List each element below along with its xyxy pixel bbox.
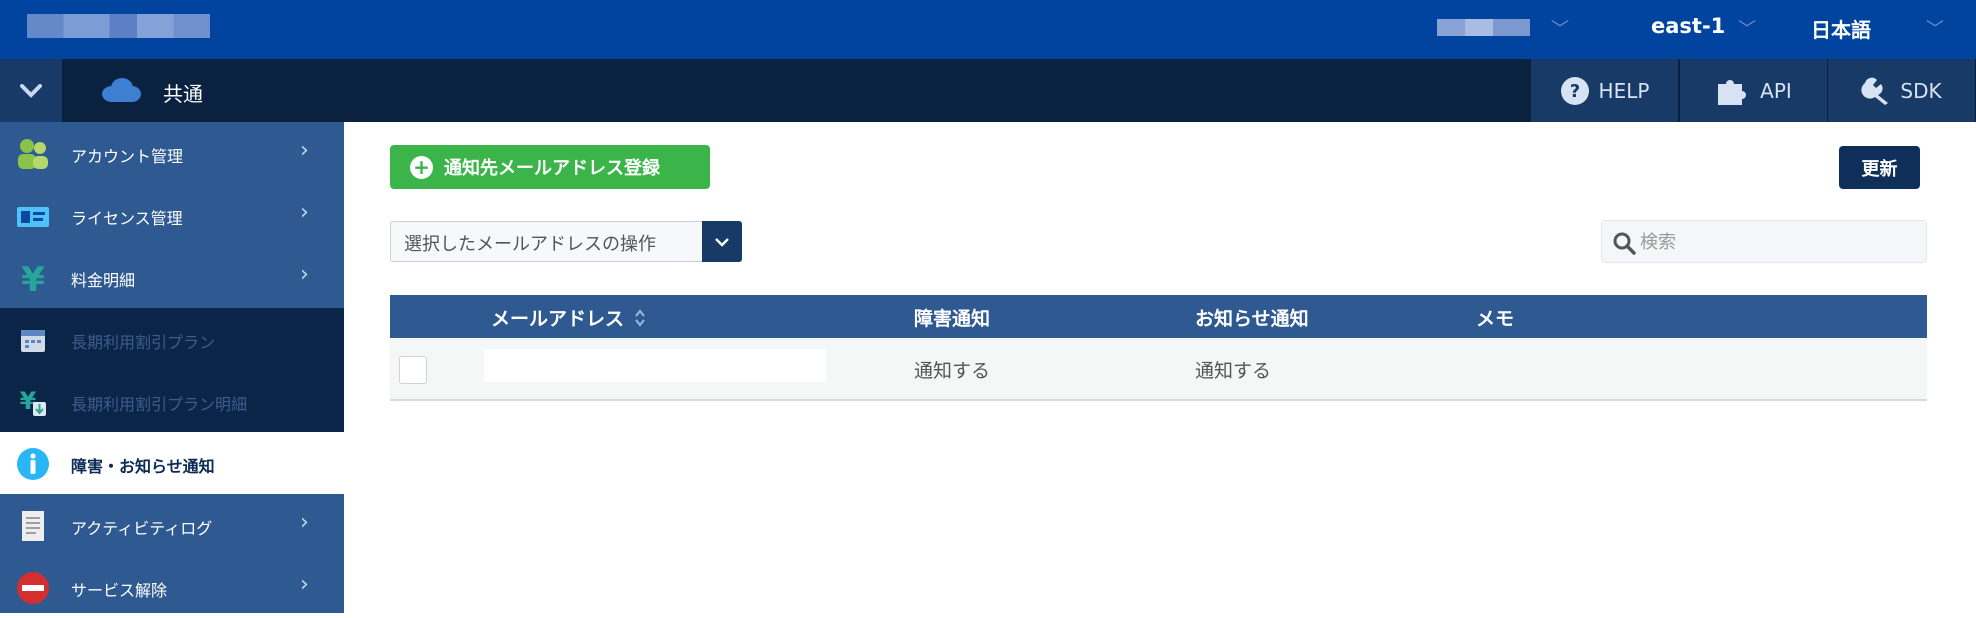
people-icon [18,139,48,169]
news-notice-cell: 通知する [1195,360,1272,382]
language-selector[interactable]: 日本語 [1811,14,1871,43]
question-icon: ? [1560,76,1589,105]
email-cell [484,349,826,382]
add-email-label: 通知先メールアドレス登録 [444,158,660,179]
sdk-label: SDK [1900,78,1942,103]
sidebar-item-license[interactable]: ライセンス管理 › [0,184,344,246]
api-button[interactable]: API [1680,59,1827,122]
logo[interactable] [27,14,210,38]
yen-download-icon: ¥ [20,387,46,416]
sidebar-item-label: 長期利用割引プラン明細 [71,395,248,414]
wrench-icon [1861,77,1889,105]
sidebar-item-label: 料金明細 [71,271,136,290]
sidebar-item-notifications[interactable]: 障害・お知らせ通知 [0,432,344,494]
add-email-button[interactable]: + 通知先メールアドレス登録 [390,145,710,189]
chevron-down-icon[interactable]: ﹀ [1551,15,1569,41]
svg-text:?: ? [1569,81,1579,102]
help-button[interactable]: ? HELP [1531,59,1678,122]
fault-notice-cell: 通知する [914,360,991,382]
calendar-icon [21,330,45,352]
column-header-email[interactable]: メールアドレス [491,304,646,331]
sidebar-item-label: ライセンス管理 [71,209,183,228]
column-header-fault-notice: 障害通知 [914,308,991,330]
sidebar-item-label: アカウント管理 [71,147,184,166]
bulk-action-label: 選択したメールアドレスの操作 [404,234,656,255]
chevron-down-icon[interactable]: ﹀ [1738,15,1756,41]
sidebar-item-discount-plan-details[interactable]: ¥ 長期利用割引プラン明細 [0,370,344,432]
column-header-memo: メモ [1476,308,1515,330]
sidebar: アカウント管理 › ライセンス管理 › ¥ 料金明細 › 長期利用割引プラン ¥… [0,122,344,613]
chevron-right-icon: › [300,510,309,535]
table-header: メールアドレス 障害通知 お知らせ通知 メモ [390,295,1927,338]
chevron-right-icon: › [300,200,309,225]
id-card-icon [17,207,49,227]
chevron-right-icon: › [300,138,309,163]
puzzle-icon [1718,79,1747,105]
help-label: HELP [1598,78,1650,103]
column-header-label: メールアドレス [491,308,625,330]
search-icon [1613,232,1636,255]
page-title: 共通 [163,82,203,106]
api-label: API [1760,78,1792,103]
table-row[interactable]: 通知する 通知する [390,339,1927,401]
account-menu[interactable] [1437,19,1530,36]
sdk-button[interactable]: SDK [1828,59,1975,122]
sidebar-item-label: アクティビティログ [71,519,213,538]
no-entry-icon [17,572,49,604]
sidebar-item-label: 障害・お知らせ通知 [71,457,215,476]
sidebar-item-label: サービス解除 [71,581,168,600]
search-input[interactable] [1640,229,1910,255]
yen-icon: ¥ [21,261,45,295]
row-checkbox[interactable] [399,356,427,384]
bulk-action-select[interactable]: 選択したメールアドレスの操作 [390,221,742,262]
sidebar-item-discount-plan[interactable]: 長期利用割引プラン [0,308,344,370]
column-header-news-notice: お知らせ通知 [1195,308,1309,330]
chevron-down-icon[interactable]: ﹀ [1926,15,1944,41]
info-icon [17,448,49,480]
region-selector[interactable]: east-1 [1651,14,1725,38]
sidebar-item-cancel-service[interactable]: サービス解除 › [0,556,344,618]
menu-toggle-button[interactable] [0,59,62,122]
chevron-down-icon [20,83,42,98]
cloud-icon [102,78,141,102]
svg-text:¥: ¥ [21,261,45,295]
sidebar-item-activity-log[interactable]: アクティビティログ › [0,494,344,556]
sidebar-item-billing[interactable]: ¥ 料金明細 › [0,246,344,308]
chevron-down-icon[interactable] [702,221,742,262]
sidebar-item-account[interactable]: アカウント管理 › [0,122,344,184]
plus-icon: + [410,155,433,179]
sidebar-item-label: 長期利用割引プラン [71,333,216,352]
search-box[interactable] [1601,220,1927,263]
document-icon [22,511,44,541]
chevron-right-icon: › [300,262,309,287]
refresh-button[interactable]: 更新 [1839,146,1920,189]
chevron-right-icon: › [300,572,309,597]
sort-icon[interactable] [634,308,646,328]
